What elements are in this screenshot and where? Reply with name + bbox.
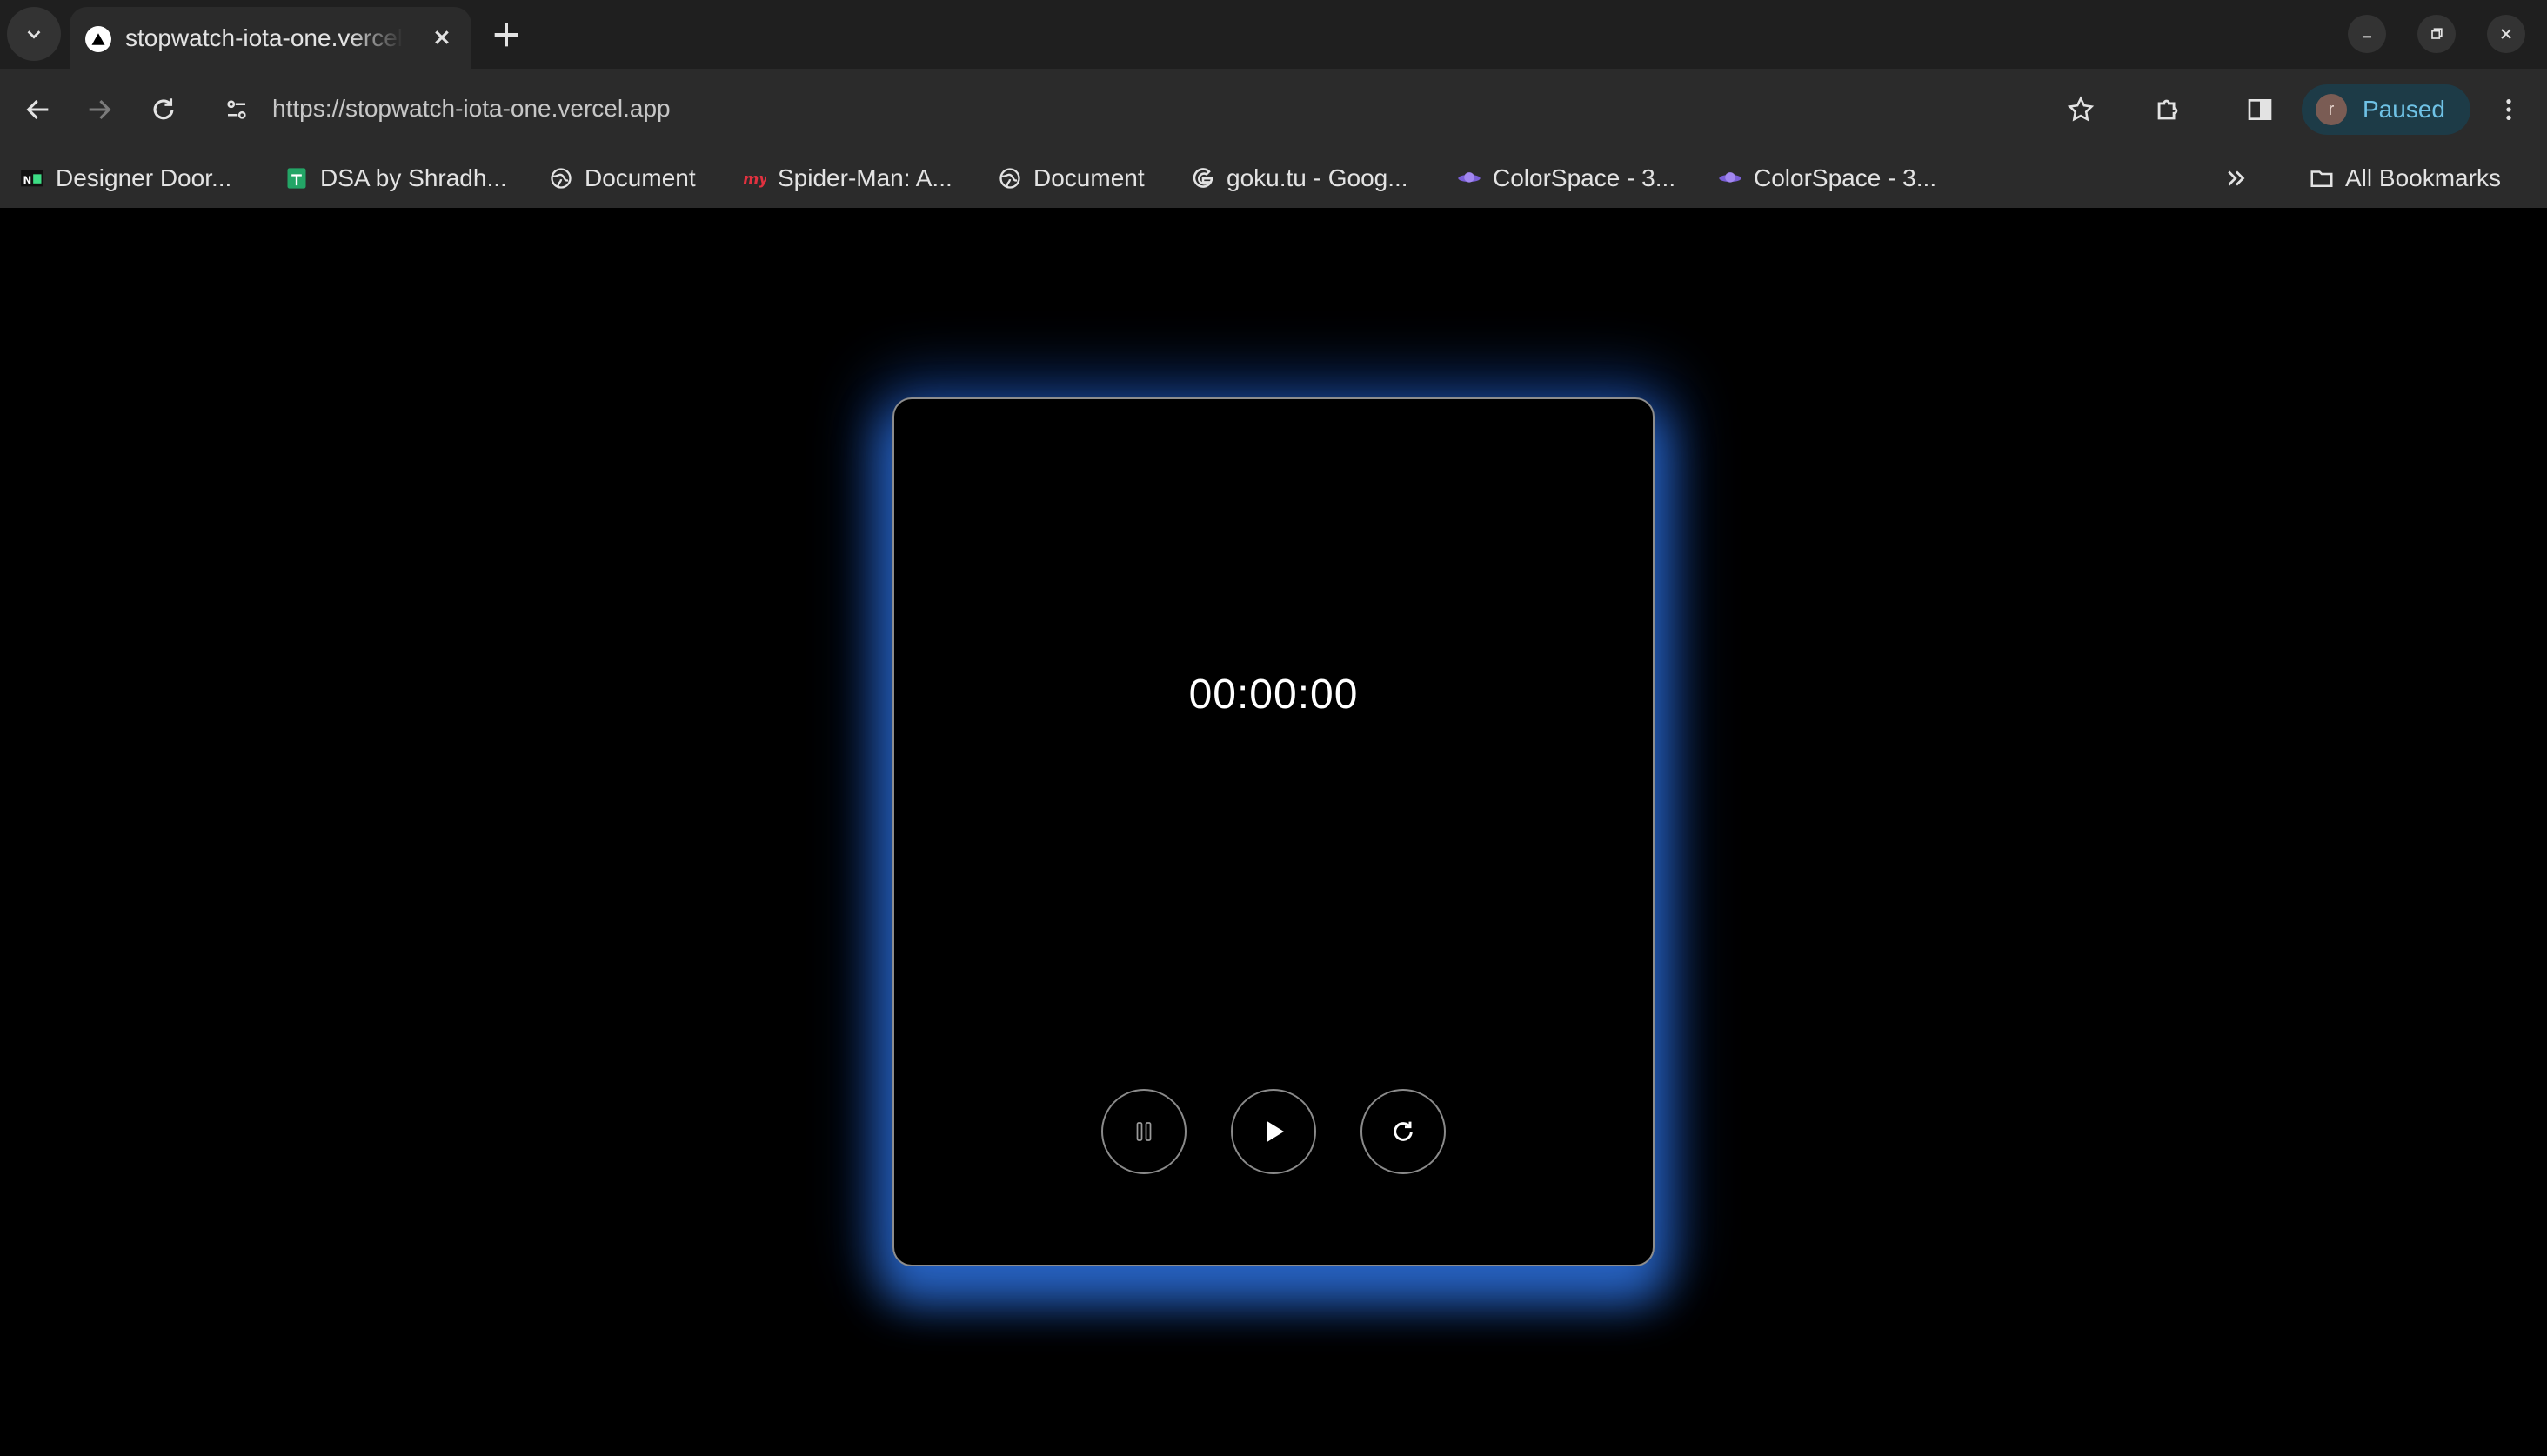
- kebab-menu-icon: [2506, 99, 2511, 120]
- more-bookmarks-button[interactable]: [2223, 161, 2250, 196]
- bookmark-label: Spider-Man: A...: [778, 164, 953, 191]
- play-button[interactable]: [1231, 1089, 1316, 1174]
- all-bookmarks-button[interactable]: All Bookmarks: [2309, 161, 2501, 196]
- profile-status: Paused: [2363, 96, 2445, 123]
- close-icon: [2501, 29, 2511, 39]
- bookmarks-bar: N Designer Door... DSA by Shradh... Docu…: [0, 150, 2547, 208]
- close-window-button[interactable]: [2487, 15, 2525, 53]
- profile-button[interactable]: r Paused: [2302, 84, 2470, 135]
- forward-arrow-icon: [89, 99, 111, 120]
- globe-icon: [548, 165, 574, 191]
- restore-icon: [2431, 28, 2443, 39]
- active-tab[interactable]: stopwatch-iota-one.vercel.app: [70, 7, 471, 69]
- minimize-button[interactable]: [2348, 15, 2386, 53]
- reload-icon: [153, 98, 174, 120]
- vercel-favicon-icon: [85, 26, 111, 52]
- tune-icon: [227, 100, 246, 119]
- bookmark-item[interactable]: Document: [548, 161, 696, 196]
- bookmark-item[interactable]: ColorSpace - 3...: [1456, 161, 1675, 196]
- address-bar[interactable]: https://stopwatch-iota-one.vercel.app: [272, 95, 671, 123]
- tab-strip: stopwatch-iota-one.vercel.app: [0, 0, 2547, 69]
- bookmark-item[interactable]: DSA by Shradh...: [284, 161, 507, 196]
- double-chevron-right-icon: [2228, 170, 2245, 186]
- tab-search-button[interactable]: [7, 7, 61, 61]
- reset-button[interactable]: [1360, 1089, 1446, 1174]
- reload-button[interactable]: [144, 90, 183, 129]
- back-arrow-icon: [26, 99, 49, 120]
- all-bookmarks-label: All Bookmarks: [2345, 164, 2501, 191]
- bookmark-item[interactable]: N Designer Door...: [19, 161, 231, 196]
- pause-icon: [1136, 1122, 1152, 1141]
- back-button[interactable]: [19, 90, 57, 129]
- browser-toolbar: https://stopwatch-iota-one.vercel.app r …: [0, 69, 2547, 150]
- site-info-button[interactable]: [217, 90, 256, 129]
- globe-icon: [997, 165, 1023, 191]
- bookmark-item[interactable]: my Spider-Man: A...: [741, 161, 953, 196]
- google-favicon-icon: [1190, 165, 1216, 191]
- nb-favicon-icon: N: [19, 165, 45, 191]
- bookmark-item[interactable]: goku.tu - Goog...: [1190, 161, 1408, 196]
- bookmark-item[interactable]: ColorSpace - 3...: [1717, 161, 1936, 196]
- bookmark-star-button[interactable]: [2062, 90, 2100, 129]
- bookmark-label: Document: [1033, 164, 1145, 191]
- bookmark-label: ColorSpace - 3...: [1754, 164, 1937, 191]
- bookmark-label: Document: [585, 164, 696, 191]
- restore-button[interactable]: [2417, 15, 2456, 53]
- bookmark-label: ColorSpace - 3...: [1493, 164, 1676, 191]
- stopwatch-card: 00:00:00: [892, 397, 1655, 1266]
- bookmark-label: goku.tu - Goog...: [1227, 164, 1408, 191]
- avatar: r: [2316, 94, 2347, 125]
- stopwatch-time-display: 00:00:00: [1188, 671, 1359, 718]
- tab-title: stopwatch-iota-one.vercel.app: [125, 24, 404, 51]
- reset-icon: [1394, 1121, 1413, 1141]
- menu-button[interactable]: [2490, 90, 2528, 129]
- star-icon: [2067, 96, 2095, 122]
- bookmark-item[interactable]: Document: [997, 161, 1145, 196]
- play-icon: [1267, 1121, 1284, 1142]
- chevron-down-icon: [27, 30, 41, 39]
- bookmark-label: Designer Door...: [56, 164, 232, 191]
- side-panel-button[interactable]: [2241, 90, 2279, 129]
- side-panel-icon: [2248, 99, 2272, 120]
- forward-button[interactable]: [80, 90, 118, 129]
- svg-text:N: N: [23, 174, 32, 186]
- pause-button[interactable]: [1101, 1089, 1187, 1174]
- colorspace-favicon-icon: [1456, 165, 1482, 191]
- new-tab-icon[interactable]: [489, 17, 524, 52]
- folder-icon: [2309, 165, 2335, 191]
- extensions-button[interactable]: [2149, 90, 2187, 129]
- my-favicon-icon: my: [741, 165, 767, 191]
- svg-text:my: my: [743, 171, 766, 189]
- puzzle-icon: [2157, 99, 2178, 120]
- colorspace-favicon-icon: [1717, 165, 1743, 191]
- bookmark-label: DSA by Shradh...: [320, 164, 507, 191]
- minimize-icon: [2363, 36, 2371, 38]
- close-tab-icon[interactable]: [428, 23, 456, 51]
- sheets-favicon-icon: [284, 165, 310, 191]
